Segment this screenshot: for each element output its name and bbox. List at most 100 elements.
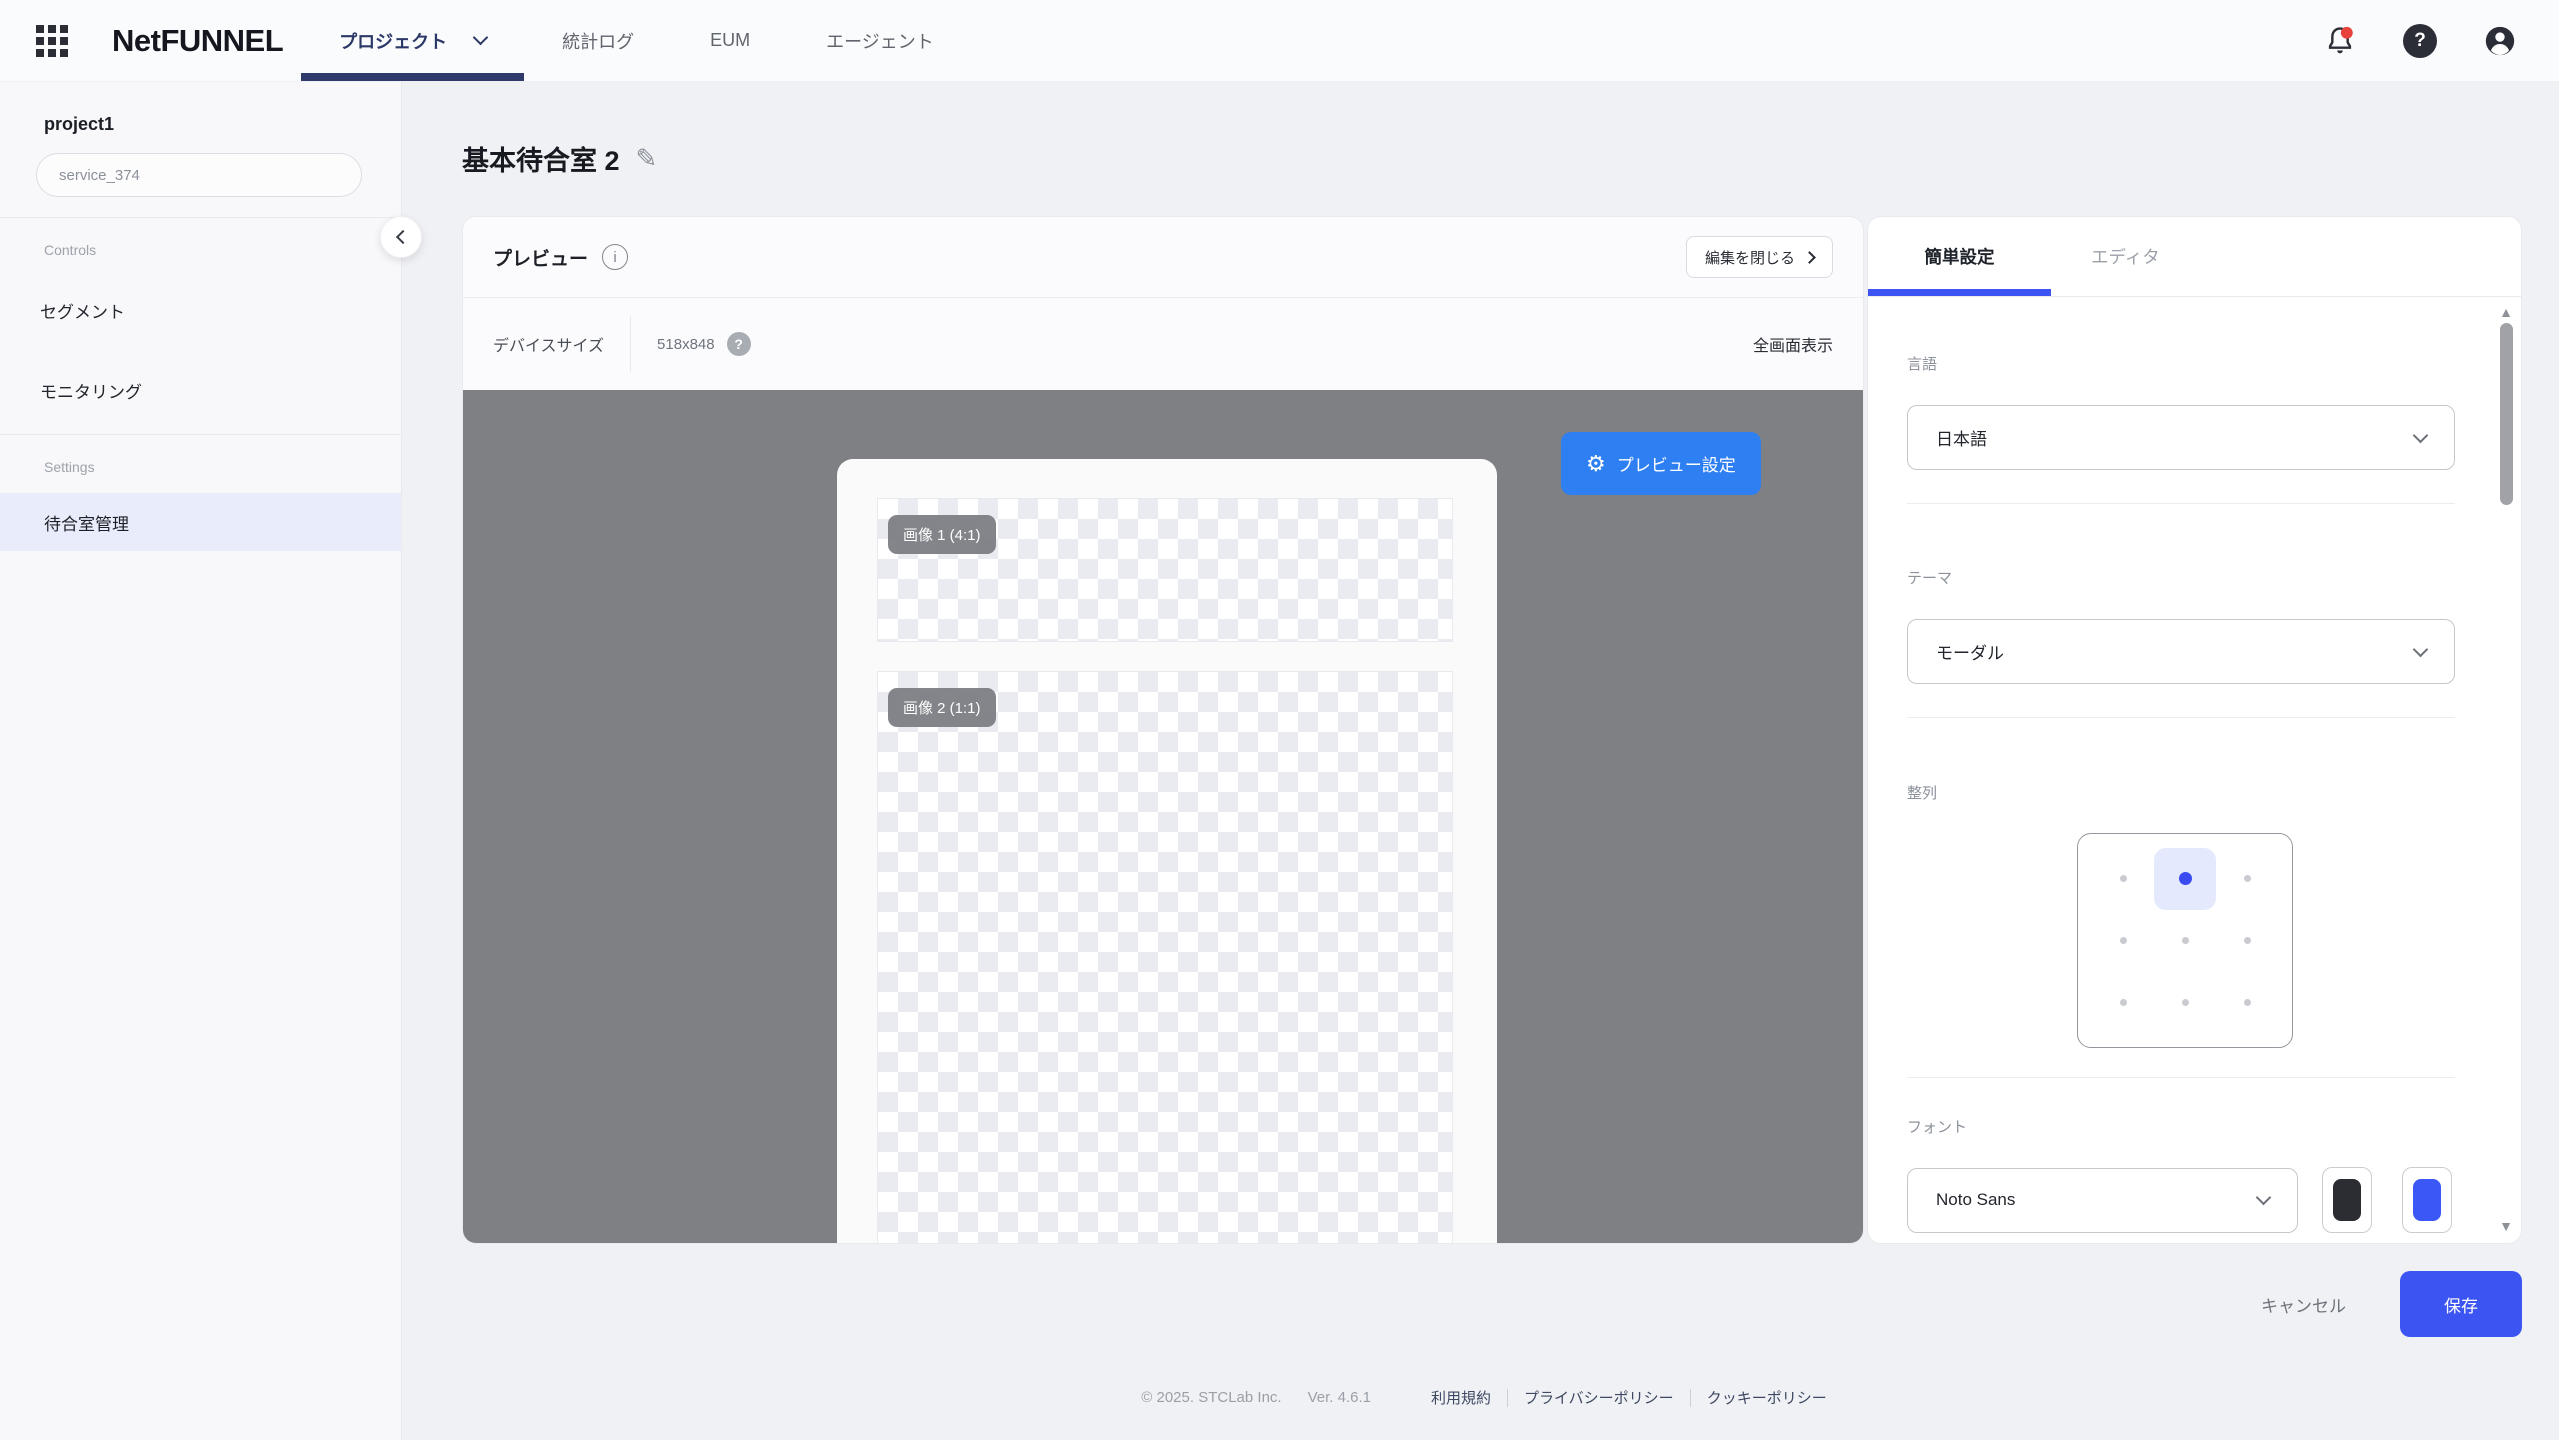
account-avatar-icon[interactable] bbox=[2483, 24, 2517, 58]
footer-link-privacy[interactable]: プライバシーポリシー bbox=[1508, 1387, 1690, 1408]
align-grid bbox=[2077, 833, 2293, 1048]
notification-badge bbox=[2341, 26, 2353, 38]
language-select[interactable]: 日本語 bbox=[1907, 405, 2455, 470]
nav-item-label: 統計ログ bbox=[562, 28, 634, 54]
image-placeholder-badge: 画像 1 (4:1) bbox=[888, 515, 996, 554]
align-dot bbox=[2182, 937, 2189, 944]
info-glyph: i bbox=[613, 249, 616, 266]
settings-panel: 簡単設定 エディタ 言語 日本語 テーマ モーダル bbox=[1867, 216, 2522, 1244]
divider bbox=[630, 316, 631, 372]
image-placeholder-1: 画像 1 (4:1) bbox=[877, 498, 1453, 642]
preview-settings-label: プレビュー設定 bbox=[1617, 451, 1736, 476]
page-title-row: 基本待合室 2 ✎ bbox=[462, 136, 2522, 180]
align-cell[interactable] bbox=[2092, 848, 2154, 910]
device-size-help-icon[interactable]: ? bbox=[727, 332, 751, 356]
footer-link-cookie[interactable]: クッキーポリシー bbox=[1691, 1387, 1843, 1408]
close-edit-label: 編集を閉じる bbox=[1705, 247, 1795, 268]
active-nav-underline bbox=[301, 73, 524, 81]
align-dot bbox=[2120, 999, 2127, 1006]
align-dot bbox=[2120, 937, 2127, 944]
align-cell[interactable] bbox=[2216, 910, 2278, 972]
divider bbox=[1907, 717, 2455, 718]
align-dot bbox=[2120, 875, 2127, 882]
nav-item-stats-log[interactable]: 統計ログ bbox=[524, 0, 672, 81]
service-select[interactable]: service_374 bbox=[36, 153, 362, 197]
font-select[interactable]: Noto Sans bbox=[1907, 1168, 2298, 1233]
font-value: Noto Sans bbox=[1936, 1190, 2015, 1210]
question-glyph: ? bbox=[734, 336, 743, 352]
font-color-swatch-blue[interactable] bbox=[2402, 1167, 2452, 1233]
align-cell[interactable] bbox=[2154, 910, 2216, 972]
nav-item-eum[interactable]: EUM bbox=[672, 0, 788, 81]
preview-header: プレビュー i 編集を閉じる bbox=[463, 217, 1863, 297]
align-label: 整列 bbox=[1907, 782, 2455, 803]
device-preview-modal: 画像 1 (4:1) 画像 2 (1:1) bbox=[837, 459, 1497, 1243]
align-dot bbox=[2244, 999, 2251, 1006]
chevron-right-icon bbox=[1803, 251, 1816, 264]
info-icon[interactable]: i bbox=[602, 244, 628, 270]
footer-links: 利用規約 プライバシーポリシー クッキーポリシー bbox=[1415, 1387, 1843, 1408]
sidebar-item-label: セグメント bbox=[40, 298, 125, 323]
notification-bell-icon[interactable] bbox=[2323, 24, 2357, 58]
main-nav: プロジェクト 統計ログ EUM エージェント bbox=[301, 0, 972, 81]
font-label: フォント bbox=[1907, 1116, 2455, 1137]
sidebar-collapse-button[interactable] bbox=[380, 216, 422, 258]
top-nav: NetFUNNEL プロジェクト 統計ログ EUM エージェント ? bbox=[0, 0, 2559, 82]
sidebar-item-waiting-room[interactable]: 待合室管理 bbox=[0, 493, 401, 551]
edit-title-pencil-icon[interactable]: ✎ bbox=[636, 145, 658, 171]
scrollbar-up-arrow[interactable]: ▲ bbox=[2499, 305, 2513, 319]
color-fill bbox=[2413, 1179, 2441, 1221]
nav-item-agent[interactable]: エージェント bbox=[788, 0, 972, 81]
sidebar-section-controls: Controls bbox=[0, 218, 401, 258]
footer-link-terms[interactable]: 利用規約 bbox=[1415, 1387, 1507, 1408]
service-select-value: service_374 bbox=[59, 167, 140, 184]
actions-row: キャンセル 保存 bbox=[462, 1271, 2522, 1337]
nav-item-project[interactable]: プロジェクト bbox=[301, 0, 524, 81]
align-dot bbox=[2179, 872, 2192, 885]
preview-card: プレビュー i 編集を閉じる デバイスサイズ 518x848 ? bbox=[462, 216, 1864, 1244]
close-edit-button[interactable]: 編集を閉じる bbox=[1686, 236, 1833, 278]
fullscreen-link[interactable]: 全画面表示 bbox=[1753, 332, 1833, 356]
main-content: 基本待合室 2 ✎ プレビュー i 編集を閉じる デバイスサイズ bbox=[402, 82, 2559, 1440]
cancel-button[interactable]: キャンセル bbox=[2261, 1292, 2346, 1317]
apps-grid-icon[interactable] bbox=[36, 25, 68, 57]
align-cell[interactable] bbox=[2092, 910, 2154, 972]
align-cell[interactable] bbox=[2154, 971, 2216, 1033]
settings-body: 言語 日本語 テーマ モーダル 整列 bbox=[1868, 353, 2521, 1233]
image-placeholder-badge: 画像 2 (1:1) bbox=[888, 688, 996, 727]
save-button[interactable]: 保存 bbox=[2400, 1271, 2522, 1337]
align-dot bbox=[2244, 937, 2251, 944]
chevron-down-icon bbox=[473, 30, 489, 46]
scrollbar-down-arrow[interactable]: ▼ bbox=[2499, 1219, 2513, 1233]
theme-select[interactable]: モーダル bbox=[1907, 619, 2455, 684]
align-cell[interactable] bbox=[2216, 971, 2278, 1033]
language-value: 日本語 bbox=[1936, 425, 1987, 450]
tab-simple-settings[interactable]: 簡単設定 bbox=[1868, 244, 2051, 269]
theme-value: モーダル bbox=[1936, 639, 2004, 664]
scrollbar-thumb[interactable] bbox=[2500, 323, 2513, 505]
footer-version: Ver. 4.6.1 bbox=[1308, 1389, 1371, 1406]
divider bbox=[1907, 503, 2455, 504]
language-label: 言語 bbox=[1907, 353, 2455, 374]
settings-tabbar: 簡単設定 エディタ bbox=[1868, 217, 2521, 297]
color-fill bbox=[2333, 1179, 2361, 1221]
sidebar-section-settings: Settings bbox=[0, 435, 401, 475]
align-cell[interactable] bbox=[2092, 971, 2154, 1033]
sidebar-item-label: モニタリング bbox=[40, 378, 142, 403]
sidebar: project1 service_374 Controls セグメント モニタリ… bbox=[0, 82, 402, 1440]
sidebar-item-monitoring[interactable]: モニタリング bbox=[0, 350, 401, 430]
align-cell[interactable] bbox=[2216, 848, 2278, 910]
preview-toolbar: デバイスサイズ 518x848 ? 全画面表示 bbox=[463, 297, 1863, 390]
chevron-down-icon bbox=[2413, 641, 2429, 657]
tab-editor[interactable]: エディタ bbox=[2091, 244, 2160, 269]
chevron-left-icon bbox=[396, 230, 410, 244]
font-color-swatch-black[interactable] bbox=[2322, 1167, 2372, 1233]
align-cell[interactable] bbox=[2154, 848, 2216, 910]
netfunnel-logo[interactable]: NetFUNNEL bbox=[112, 23, 283, 59]
font-row: Noto Sans bbox=[1907, 1167, 2455, 1233]
preview-settings-button[interactable]: ⚙ プレビュー設定 bbox=[1561, 432, 1761, 495]
page-title: 基本待合室 2 bbox=[462, 139, 620, 178]
help-icon[interactable]: ? bbox=[2403, 24, 2437, 58]
theme-label: テーマ bbox=[1907, 567, 2455, 588]
sidebar-item-segment[interactable]: セグメント bbox=[0, 270, 401, 350]
